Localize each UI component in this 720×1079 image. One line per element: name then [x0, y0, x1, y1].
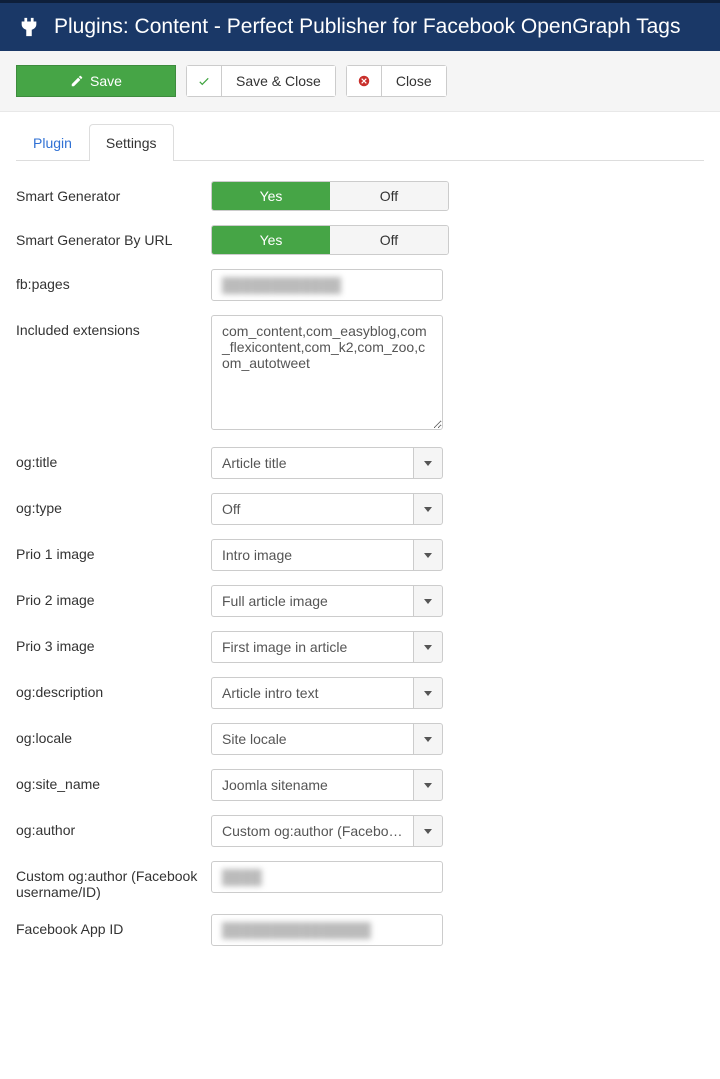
fb-pages-label: fb:pages [16, 269, 211, 292]
included-ext-label: Included extensions [16, 315, 211, 338]
og-title-label: og:title [16, 447, 211, 470]
save-close-label: Save & Close [221, 65, 336, 97]
select-value: Full article image [211, 585, 413, 617]
smart-generator-url-toggle[interactable]: Yes Off [211, 225, 449, 255]
chevron-down-icon[interactable] [413, 493, 443, 525]
prio2-label: Prio 2 image [16, 585, 211, 608]
prio3-label: Prio 3 image [16, 631, 211, 654]
content-area: Plugin Settings Smart Generator Yes Off … [0, 124, 720, 990]
select-value: Article intro text [211, 677, 413, 709]
prio1-label: Prio 1 image [16, 539, 211, 562]
og-title-select[interactable]: Article title [211, 447, 443, 479]
og-author-label: og:author [16, 815, 211, 838]
tabs: Plugin Settings [16, 124, 704, 161]
og-locale-label: og:locale [16, 723, 211, 746]
chevron-down-icon[interactable] [413, 631, 443, 663]
chevron-down-icon[interactable] [413, 447, 443, 479]
select-value: Article title [211, 447, 413, 479]
prio3-select[interactable]: First image in article [211, 631, 443, 663]
smart-generator-toggle[interactable]: Yes Off [211, 181, 449, 211]
included-ext-textarea[interactable] [211, 315, 443, 430]
chevron-down-icon[interactable] [413, 677, 443, 709]
toggle-yes[interactable]: Yes [212, 226, 330, 254]
close-button[interactable]: Close [346, 65, 447, 97]
og-site-name-label: og:site_name [16, 769, 211, 792]
page-header: Plugins: Content - Perfect Publisher for… [0, 0, 720, 51]
chevron-down-icon[interactable] [413, 815, 443, 847]
prio1-select[interactable]: Intro image [211, 539, 443, 571]
og-locale-select[interactable]: Site locale [211, 723, 443, 755]
select-value: First image in article [211, 631, 413, 663]
tab-plugin[interactable]: Plugin [16, 124, 89, 161]
select-value: Custom og:author (Facebook… [211, 815, 413, 847]
plug-icon [18, 16, 40, 38]
select-value: Site locale [211, 723, 413, 755]
select-value: Off [211, 493, 413, 525]
og-site-name-select[interactable]: Joomla sitename [211, 769, 443, 801]
save-close-button[interactable]: Save & Close [186, 65, 336, 97]
toggle-yes[interactable]: Yes [212, 182, 330, 210]
check-icon [186, 65, 221, 97]
og-description-label: og:description [16, 677, 211, 700]
chevron-down-icon[interactable] [413, 539, 443, 571]
tab-settings[interactable]: Settings [89, 124, 174, 161]
smart-generator-label: Smart Generator [16, 181, 211, 204]
close-icon [346, 65, 381, 97]
save-label: Save [90, 73, 122, 89]
select-value: Intro image [211, 539, 413, 571]
save-icon [70, 74, 84, 88]
select-value: Joomla sitename [211, 769, 413, 801]
close-label: Close [381, 65, 447, 97]
prio2-select[interactable]: Full article image [211, 585, 443, 617]
fb-app-id-label: Facebook App ID [16, 914, 211, 937]
og-description-select[interactable]: Article intro text [211, 677, 443, 709]
toolbar: Save Save & Close Close [0, 51, 720, 112]
og-type-label: og:type [16, 493, 211, 516]
toggle-off[interactable]: Off [330, 182, 448, 210]
smart-generator-url-label: Smart Generator By URL [16, 225, 211, 248]
save-button[interactable]: Save [16, 65, 176, 97]
custom-og-author-input[interactable]: ████ [211, 861, 443, 893]
toggle-off[interactable]: Off [330, 226, 448, 254]
chevron-down-icon[interactable] [413, 723, 443, 755]
og-author-select[interactable]: Custom og:author (Facebook… [211, 815, 443, 847]
chevron-down-icon[interactable] [413, 585, 443, 617]
fb-app-id-input[interactable]: ███████████████ [211, 914, 443, 946]
og-type-select[interactable]: Off [211, 493, 443, 525]
custom-og-author-label: Custom og:author (Facebook username/ID) [16, 861, 211, 900]
settings-form: Smart Generator Yes Off Smart Generator … [16, 161, 704, 946]
chevron-down-icon[interactable] [413, 769, 443, 801]
fb-pages-input[interactable]: ████████████ [211, 269, 443, 301]
page-title: Plugins: Content - Perfect Publisher for… [54, 15, 680, 39]
